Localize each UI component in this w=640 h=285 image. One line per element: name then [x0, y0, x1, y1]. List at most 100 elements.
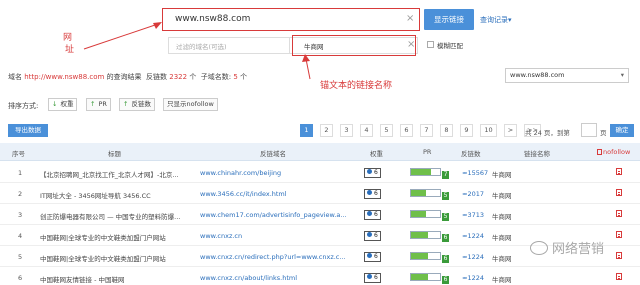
weight-number: 6 — [374, 211, 378, 218]
anchor-text-value[interactable]: 牛商网 — [304, 41, 324, 51]
fuzzy-match-checkbox[interactable] — [427, 41, 434, 48]
pr-bar — [410, 231, 441, 239]
row-url-link[interactable]: www.chem17.com/advertisinfo_pageview.a..… — [200, 211, 360, 219]
pr-bar-fill — [411, 232, 429, 238]
sort-by-links-button[interactable]: ↑ 反链数 — [119, 98, 155, 111]
page-item-button[interactable]: 6 — [400, 124, 413, 137]
row-anchor-text: 牛商网 — [492, 276, 512, 284]
row-anchor-text: 牛商网 — [492, 213, 512, 221]
row-url-link[interactable]: www.3456.cc/it/index.html — [200, 190, 360, 198]
sort-weight-label: 权重 — [60, 100, 74, 108]
arrow-up-icon: ↑ — [90, 100, 96, 108]
pr-bar — [410, 168, 441, 176]
weight-number: 6 — [374, 190, 378, 197]
page-item-button[interactable]: 5 — [380, 124, 393, 137]
page-item-button[interactable]: 2 — [320, 124, 333, 137]
row-link-count[interactable]: ≈1224 — [462, 232, 484, 240]
page-item-button[interactable]: 10 — [480, 124, 497, 137]
pr-value: 7 — [442, 171, 449, 179]
document-icon — [616, 273, 622, 280]
pr-indicator: 6 — [410, 231, 449, 242]
result-label: 的查询结果 — [106, 73, 142, 81]
link-count-label: 反链数 — [146, 73, 168, 81]
page-number-input[interactable] — [581, 123, 597, 137]
sort-by-pr-button[interactable]: ↑ PR — [86, 98, 111, 111]
arrow-up-icon: ↑ — [123, 100, 129, 108]
row-url-link[interactable]: www.cnxz.cn — [200, 232, 360, 240]
pr-value: 5 — [442, 192, 449, 200]
pr-bar — [410, 189, 441, 197]
nofollow-icon — [616, 231, 622, 240]
domain-select-value: www.nsw88.com — [510, 71, 565, 79]
row-url-link[interactable]: www.cnxz.cn/redirect.php?url=www.cnxz.c.… — [200, 253, 360, 261]
page-item-button[interactable]: 7 — [420, 124, 433, 137]
document-icon — [616, 168, 622, 175]
pr-value: 5 — [442, 213, 449, 221]
row-link-count[interactable]: ≈15567 — [462, 169, 488, 177]
row-url-link[interactable]: www.chinahr.com/beijing — [200, 169, 360, 177]
nofollow-icon — [616, 210, 622, 219]
pr-indicator: 7 — [410, 168, 449, 179]
link-count-unit: 个 — [189, 73, 197, 81]
page-item-button[interactable]: 1 — [300, 124, 313, 137]
row-title: 中国鞋网|全球专业的中文鞋类加盟门户网站 — [40, 255, 166, 263]
row-link-count[interactable]: ≈1224 — [462, 253, 484, 261]
row-link-count[interactable]: ≈2017 — [462, 190, 484, 198]
row-link-count[interactable]: ≈1224 — [462, 274, 484, 282]
export-data-button[interactable]: 导出数据 — [8, 124, 48, 137]
clear-url-icon[interactable]: × — [406, 14, 414, 24]
row-number: 3 — [18, 211, 23, 219]
th-domain: 反链域名 — [260, 150, 286, 158]
pr-indicator: 6 — [410, 252, 449, 263]
pr-value: 6 — [442, 234, 449, 242]
url-search-value[interactable]: www.nsw88.com — [175, 14, 250, 24]
query-history-link[interactable]: 查询记录▾ — [480, 15, 512, 25]
pr-value: 6 — [442, 276, 449, 284]
weight-badge: 6 — [364, 252, 381, 262]
show-links-button[interactable]: 显示链接 — [424, 9, 474, 30]
wechat-icon — [530, 241, 548, 255]
th-pr: PR — [423, 148, 432, 156]
subdomain-unit: 个 — [240, 73, 248, 81]
weight-value: 6 — [364, 210, 381, 220]
th-nofollow-label: nofollow — [603, 148, 631, 156]
row-anchor-text: 牛商网 — [492, 192, 512, 200]
weight-number: 6 — [374, 274, 378, 281]
page-next-button[interactable]: > — [504, 124, 517, 137]
weight-value: 6 — [364, 231, 381, 241]
nofollow-icon — [616, 252, 622, 261]
only-nofollow-button[interactable]: 只显示nofollow — [163, 98, 218, 111]
row-url-link[interactable]: www.cnxz.cn/about/links.html — [200, 274, 360, 282]
weight-badge: 6 — [364, 231, 381, 241]
domain-select[interactable]: www.nsw88.com ▾ — [505, 68, 629, 83]
page-item-button[interactable]: 9 — [460, 124, 473, 137]
page-item-button[interactable]: 4 — [360, 124, 373, 137]
pr-bar-fill — [411, 211, 426, 217]
link-count: 2322 — [169, 73, 188, 81]
filter-domain-input[interactable]: 过滤的域名(可选) — [176, 41, 227, 51]
chevron-down-icon: ▾ — [620, 71, 624, 79]
page-item-button[interactable]: 3 — [340, 124, 353, 137]
pr-bar-fill — [411, 190, 426, 196]
row-title: 中国鞋网友情链接 - 中国鞋网 — [40, 276, 125, 284]
go-page-button[interactable]: 确定 — [610, 124, 634, 137]
row-number: 6 — [18, 274, 23, 282]
page-item-button[interactable]: 8 — [440, 124, 453, 137]
sort-links-label: 反链数 — [131, 100, 151, 108]
th-weight: 权重 — [370, 150, 383, 158]
weight-value: 6 — [364, 168, 381, 178]
weight-number: 6 — [374, 169, 378, 176]
sort-by-weight-button[interactable]: ↓ 权重 — [48, 98, 78, 111]
subdomain-count: 5 — [233, 73, 238, 81]
pr-bar — [410, 210, 441, 218]
document-icon — [616, 231, 622, 238]
arrow-down-icon: ↓ — [52, 100, 58, 108]
th-num: 序号 — [12, 150, 25, 158]
row-link-count[interactable]: ≈3713 — [462, 211, 484, 219]
clear-anchor-icon[interactable]: × — [407, 40, 415, 50]
watermark: 网络营销 — [530, 238, 604, 257]
fuzzy-match-label: 模糊匹配 — [437, 42, 463, 50]
row-title: 中国鞋网|全球专业的中文鞋类加盟门户网站 — [40, 234, 166, 242]
th-count: 反链数 — [461, 150, 481, 158]
chevron-down-icon: ▾ — [508, 16, 512, 24]
